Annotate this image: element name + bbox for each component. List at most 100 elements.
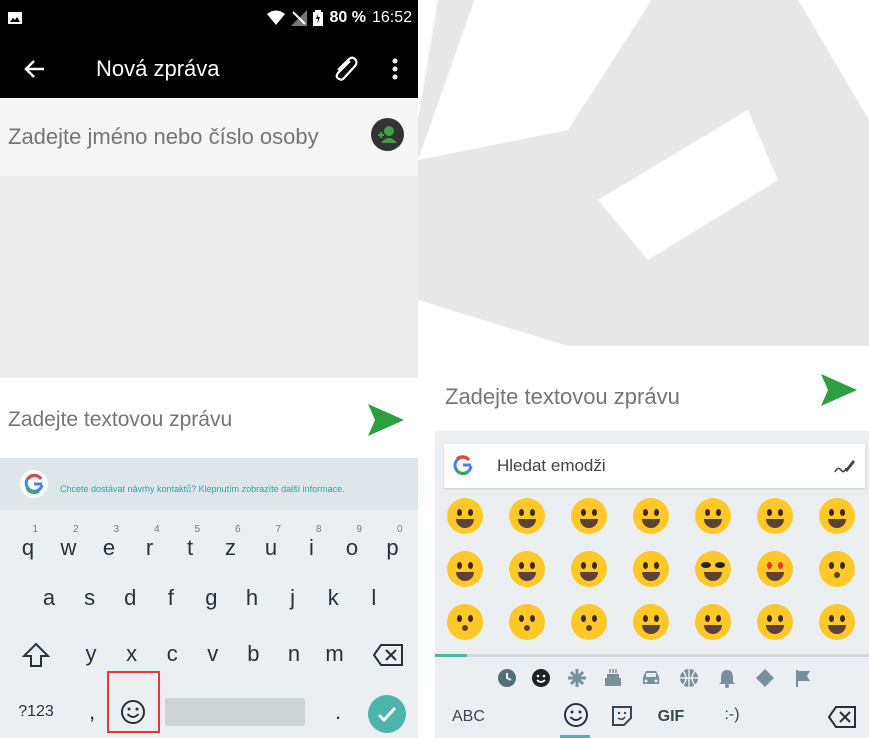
emoji-eye: [840, 562, 845, 569]
key-o[interactable]: 9o: [334, 522, 370, 574]
emoji-eye: [840, 509, 845, 516]
keyboard-suggestion-bar[interactable]: Chcete dostávat návrhy kontaktů? Klepnut…: [0, 458, 418, 510]
emoji-slight-icon[interactable]: [633, 604, 669, 640]
battery-icon: [313, 10, 324, 26]
emoji-hug-icon[interactable]: [757, 604, 793, 640]
emoji-eye: [457, 509, 462, 516]
comma-key[interactable]: ,: [84, 686, 100, 738]
emoji-search-field[interactable]: Hledat emodži: [444, 444, 865, 488]
emoji-beam-icon[interactable]: [509, 498, 545, 534]
abc-button[interactable]: ABC: [452, 708, 485, 726]
key-g[interactable]: g: [194, 572, 228, 624]
google-icon[interactable]: [20, 470, 48, 498]
key-hint: 4: [153, 524, 160, 535]
more-options-icon[interactable]: [385, 54, 405, 84]
activity-category-icon[interactable]: [679, 668, 699, 688]
emoji-happy-icon[interactable]: [757, 498, 793, 534]
backspace-key[interactable]: [370, 628, 406, 680]
emoji-eye: [592, 562, 597, 569]
emoji-compose-field[interactable]: Zadejte textovou zprávu: [435, 346, 869, 431]
smileys-category-icon[interactable]: [531, 668, 551, 688]
add-contact-icon[interactable]: [371, 118, 404, 151]
key-n[interactable]: n: [277, 628, 311, 680]
recent-category-icon[interactable]: [497, 668, 517, 688]
emoji-laugh-icon[interactable]: [447, 551, 483, 587]
emoji-category-row: [435, 664, 869, 694]
emoji-smile-icon[interactable]: [695, 498, 731, 534]
symbols-category-icon[interactable]: [755, 668, 775, 688]
enter-key[interactable]: [368, 695, 406, 733]
flags-category-icon[interactable]: [793, 668, 813, 688]
key-y[interactable]: y: [74, 628, 108, 680]
emoji-tab[interactable]: [562, 702, 590, 732]
key-l[interactable]: l: [357, 572, 391, 624]
emoji-think-icon[interactable]: [819, 604, 855, 640]
emoji-eye: [519, 562, 524, 569]
emoji-mouth: [580, 572, 598, 581]
emoji-blush-icon[interactable]: [571, 551, 607, 587]
key-f[interactable]: f: [154, 572, 188, 624]
attach-icon[interactable]: [328, 52, 362, 86]
nature-category-icon[interactable]: [567, 668, 587, 688]
emoji-cool-icon[interactable]: [695, 551, 731, 587]
shift-key[interactable]: [18, 628, 54, 680]
emoji-yum-icon[interactable]: [633, 551, 669, 587]
send-icon[interactable]: [366, 400, 406, 440]
compose-field[interactable]: Zadejte textovou zprávu: [0, 378, 418, 458]
emoji-mouth: [518, 572, 536, 581]
sticker-tab[interactable]: [609, 702, 635, 732]
emoji-sweat-icon[interactable]: [819, 498, 855, 534]
emoji-eye: [530, 562, 535, 569]
emoji-eye: [530, 509, 535, 516]
key-t[interactable]: 5t: [172, 522, 208, 574]
key-w[interactable]: 2w: [51, 522, 87, 574]
key-s[interactable]: s: [73, 572, 107, 624]
key-c[interactable]: c: [155, 628, 189, 680]
emoji-kiss-smile-icon[interactable]: [509, 604, 545, 640]
emoji-rofl-icon[interactable]: [633, 498, 669, 534]
key-k[interactable]: k: [316, 572, 350, 624]
key-i[interactable]: 8i: [294, 522, 330, 574]
space-bar[interactable]: [165, 698, 305, 726]
emoji-smile2-icon[interactable]: [695, 604, 731, 640]
symbols-key[interactable]: ?123: [14, 686, 58, 738]
google-icon: [453, 455, 473, 476]
emoji-kissing-icon[interactable]: [447, 604, 483, 640]
emoji-joy-icon[interactable]: [571, 498, 607, 534]
key-q[interactable]: 1q: [10, 522, 46, 574]
backspace-key[interactable]: [828, 706, 856, 728]
key-a[interactable]: a: [32, 572, 66, 624]
emoticon-tab[interactable]: :-): [717, 706, 747, 736]
key-z[interactable]: 6z: [213, 522, 249, 574]
send-icon[interactable]: [819, 370, 859, 410]
key-u[interactable]: 7u: [253, 522, 289, 574]
key-d[interactable]: d: [113, 572, 147, 624]
emoji-grin-icon[interactable]: [447, 498, 483, 534]
key-v[interactable]: v: [196, 628, 230, 680]
back-arrow-icon[interactable]: [20, 54, 50, 84]
key-j[interactable]: j: [276, 572, 310, 624]
objects-category-icon[interactable]: [717, 668, 737, 688]
emoji-hearts-icon[interactable]: [757, 551, 793, 587]
key-e[interactable]: 3e: [91, 522, 127, 574]
emoji-eye: [829, 509, 834, 516]
key-r[interactable]: 4r: [132, 522, 168, 574]
food-category-icon[interactable]: [603, 668, 623, 688]
recipient-field[interactable]: Zadejte jméno nebo číslo osoby: [0, 98, 418, 176]
emoji-mouth: [642, 519, 660, 528]
keyboard-row-3: yxcvbnm: [0, 628, 418, 680]
handwriting-icon[interactable]: [832, 454, 856, 478]
key-b[interactable]: b: [236, 628, 270, 680]
key-h[interactable]: h: [235, 572, 269, 624]
travel-category-icon[interactable]: [641, 668, 661, 688]
key-m[interactable]: m: [318, 628, 352, 680]
key-p[interactable]: 0p: [375, 522, 411, 574]
gif-tab[interactable]: GIF: [653, 708, 689, 738]
period-key[interactable]: .: [330, 686, 346, 738]
emoji-wink-icon[interactable]: [509, 551, 545, 587]
key-hint: 9: [356, 524, 362, 535]
emoji-kiss-closed-icon[interactable]: [571, 604, 607, 640]
emoji-mouth: [704, 625, 722, 634]
suggestion-text[interactable]: Chcete dostávat návrhy kontaktů? Klepnut…: [60, 484, 345, 494]
emoji-kiss-icon[interactable]: [819, 551, 855, 587]
